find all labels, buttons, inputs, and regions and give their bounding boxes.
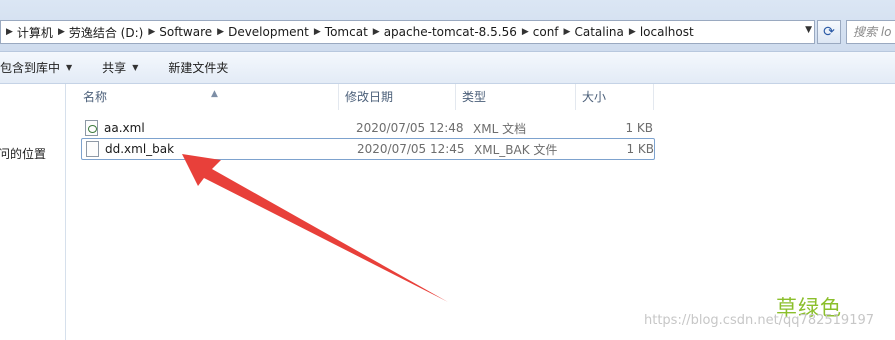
chevron-right-icon[interactable]: ▶ xyxy=(212,27,228,37)
file-size: 1 KB xyxy=(625,121,653,135)
chevron-right-icon[interactable]: ▶ xyxy=(143,27,159,37)
breadcrumb-localhost[interactable]: ▶ localhost xyxy=(624,21,694,43)
watermark-url: https://blog.csdn.net/qq782519197 xyxy=(644,313,875,328)
file-modified: 2020/07/05 12:45 xyxy=(357,142,465,156)
column-header-row: 名称 ▲ 修改日期 类型 大小 xyxy=(77,84,667,110)
chevron-right-icon[interactable]: ▶ xyxy=(624,27,640,37)
chevron-right-icon[interactable]: ▶ xyxy=(309,27,325,37)
include-in-library-button[interactable]: 包含到库中 ▼ xyxy=(0,52,80,83)
chevron-right-icon[interactable]: ▶ xyxy=(517,27,533,37)
file-name: aa.xml xyxy=(104,121,145,135)
blank-file-icon xyxy=(86,141,99,157)
share-button[interactable]: 共享 ▼ xyxy=(94,52,146,83)
file-type: XML_BAK 文件 xyxy=(474,142,558,157)
new-folder-button[interactable]: 新建文件夹 xyxy=(160,52,236,83)
column-header-type[interactable]: 类型 xyxy=(456,84,576,110)
breadcrumb-software[interactable]: ▶ Software xyxy=(143,21,212,43)
file-type: XML 文档 xyxy=(473,121,527,136)
address-bar-row: ▶ 计算机 ▶ 劳逸结合 (D:) ▶ Software ▶ Development ▶… xyxy=(0,0,895,52)
breadcrumb-development[interactable]: ▶ Development xyxy=(212,21,309,43)
chevron-down-icon: ▼ xyxy=(132,63,139,72)
column-header-name[interactable]: 名称 ▲ xyxy=(77,84,339,110)
breadcrumb-drive-d[interactable]: ▶ 劳逸结合 (D:) xyxy=(53,21,143,43)
file-row-dd-xml-bak[interactable]: dd.xml_bak 2020/07/05 12:45 XML_BAK 文件 1… xyxy=(81,138,655,160)
chevron-down-icon: ▼ xyxy=(66,63,73,72)
file-name: dd.xml_bak xyxy=(105,142,175,156)
navigation-pane: 访问的位置 xyxy=(0,84,66,340)
chevron-right-icon[interactable]: ▶ xyxy=(53,27,69,37)
xml-file-icon xyxy=(85,120,98,136)
file-list-view: 名称 ▲ 修改日期 类型 大小 aa.xml 2020/07/05 12:48 … xyxy=(67,84,895,340)
column-header-size[interactable]: 大小 xyxy=(576,84,654,110)
refresh-icon[interactable]: ⟳ xyxy=(823,24,835,40)
file-row-aa-xml[interactable]: aa.xml 2020/07/05 12:48 XML 文档 1 KB xyxy=(81,118,655,138)
chevron-right-icon[interactable]: ▶ xyxy=(1,27,17,37)
column-header-modified[interactable]: 修改日期 xyxy=(339,84,456,110)
address-history-dropdown-icon[interactable]: ▼ xyxy=(805,25,812,35)
chevron-right-icon[interactable]: ▶ xyxy=(368,27,384,37)
command-toolbar: 包含到库中 ▼ 共享 ▼ 新建文件夹 xyxy=(0,52,895,84)
breadcrumb-catalina[interactable]: ▶ Catalina xyxy=(559,21,624,43)
breadcrumb-apache-tomcat[interactable]: ▶ apache-tomcat-8.5.56 xyxy=(368,21,517,43)
refresh-button[interactable]: ⟳ xyxy=(817,20,841,44)
sort-ascending-icon: ▲ xyxy=(211,89,218,99)
breadcrumb-tomcat[interactable]: ▶ Tomcat xyxy=(309,21,368,43)
chevron-right-icon[interactable]: ▶ xyxy=(559,27,575,37)
breadcrumb-computer[interactable]: ▶ 计算机 xyxy=(1,21,53,43)
breadcrumb-conf[interactable]: ▶ conf xyxy=(517,21,559,43)
file-modified: 2020/07/05 12:48 xyxy=(356,121,464,135)
search-input[interactable]: 搜索 lo xyxy=(846,20,895,44)
file-size: 1 KB xyxy=(626,142,654,156)
address-bar[interactable]: ▶ 计算机 ▶ 劳逸结合 (D:) ▶ Software ▶ Development ▶… xyxy=(0,20,815,44)
nav-item-recent-places[interactable]: 访问的位置 xyxy=(0,145,46,162)
